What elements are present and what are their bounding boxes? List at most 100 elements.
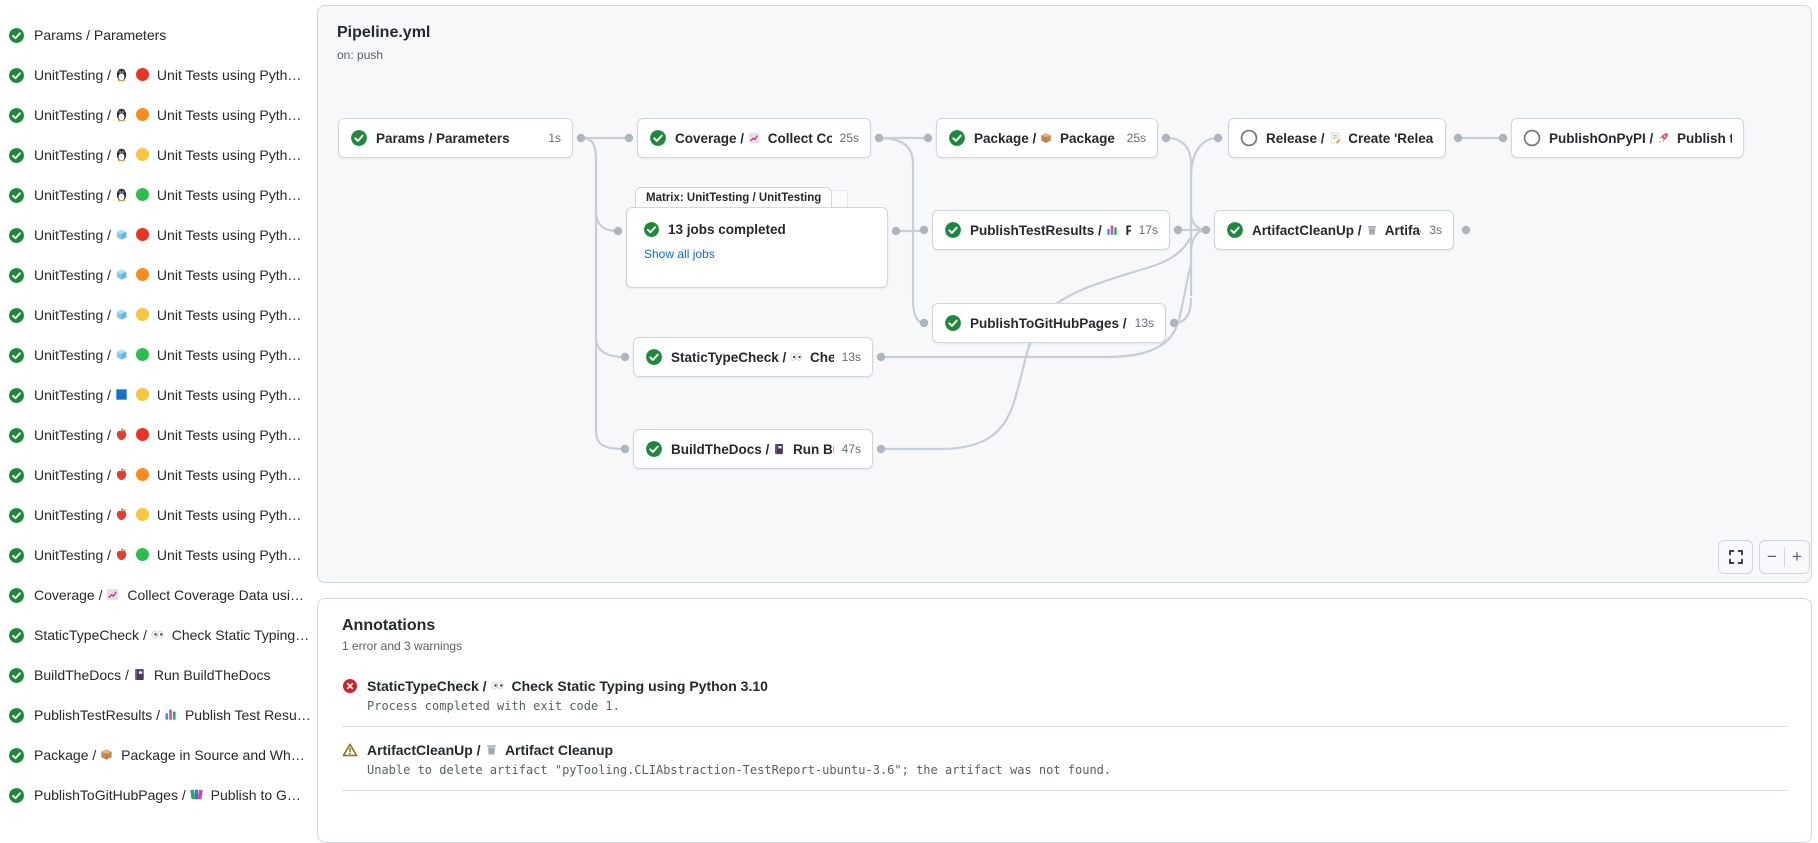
node-publish-on-pypi[interactable]: PublishOnPyPI / Publish to … <box>1511 118 1744 158</box>
sidebar-job-label: UnitTesting / Unit Tests using Pyth… <box>34 267 301 283</box>
job-name: StaticTypeCheck / <box>671 350 786 365</box>
sidebar-job-label: PublishToGitHubPages / Publish to G… <box>34 787 301 803</box>
step-name: Pu… <box>1122 223 1131 238</box>
wastebasket-icon <box>484 742 499 757</box>
apple-icon <box>114 427 129 442</box>
step-name: Unit Tests using Pyth… <box>153 267 301 283</box>
node-label: Package / Package in So… <box>974 131 1119 146</box>
success-icon <box>8 667 25 684</box>
sidebar-job-item[interactable]: BuildTheDocs / Run BuildTheDocs <box>0 655 312 695</box>
node-coverage[interactable]: Coverage / Collect Cove…25s <box>637 118 871 158</box>
job-name: ArtifactCleanUp / <box>1252 223 1362 238</box>
error-icon <box>342 678 358 694</box>
node-publish-to-ghpages[interactable]: PublishToGitHubPages / …13s <box>932 303 1166 343</box>
success-icon <box>8 267 25 284</box>
success-icon <box>8 187 25 204</box>
sidebar-job-item[interactable]: Params / Parameters <box>0 15 312 55</box>
job-name: StaticTypeCheck / <box>367 678 487 694</box>
eyes-icon <box>789 350 803 364</box>
sidebar-job-item[interactable]: UnitTesting / Unit Tests using Pyth… <box>0 95 312 135</box>
sidebar-job-item[interactable]: UnitTesting / Unit Tests using Pyth… <box>0 255 312 295</box>
node-params[interactable]: Params / Parameters1s <box>338 118 573 158</box>
penguin-icon <box>114 67 129 82</box>
success-icon <box>1226 221 1244 239</box>
step-name: Package in So… <box>1056 131 1118 146</box>
package-icon <box>1039 131 1053 145</box>
node-label: ArtifactCleanUp / Artifac… <box>1252 223 1421 238</box>
zoom-out-button[interactable]: − <box>1760 547 1785 567</box>
sidebar-job-item[interactable]: UnitTesting / Unit Tests using Pyth… <box>0 295 312 335</box>
success-icon <box>8 467 25 484</box>
node-duration: 3s <box>1429 223 1442 237</box>
node-artifact-cleanup[interactable]: ArtifactCleanUp / Artifac… 3s <box>1214 210 1454 250</box>
node-static-type-check[interactable]: StaticTypeCheck / Chec…13s <box>633 337 873 377</box>
sidebar-job-label: BuildTheDocs / Run BuildTheDocs <box>34 667 271 683</box>
sidebar-job-item[interactable]: UnitTesting / Unit Tests using Pyth… <box>0 335 312 375</box>
sidebar-job-item[interactable]: UnitTesting / Unit Tests using Pyth… <box>0 375 312 415</box>
skipped-icon <box>1523 129 1541 147</box>
job-name: UnitTesting / <box>34 107 111 123</box>
annotation-item: ArtifactCleanUp / Artifact CleanupUnable… <box>342 727 1787 791</box>
sidebar-job-item[interactable]: UnitTesting / Unit Tests using Pyth… <box>0 495 312 535</box>
notebook-icon <box>132 667 147 682</box>
annotation-job-link[interactable]: StaticTypeCheck / Check Static Typing us… <box>367 678 768 694</box>
success-icon <box>8 427 25 444</box>
job-name: PublishToGitHubPages / <box>970 316 1127 331</box>
node-duration: 13s <box>842 350 861 364</box>
sidebar-job-label: PublishTestResults / Publish Test Resu… <box>34 707 311 723</box>
sidebar-job-label: UnitTesting / Unit Tests using Pyth… <box>34 387 301 403</box>
node-publish-test-results[interactable]: PublishTestResults / Pu…17s <box>932 210 1170 250</box>
step-name: Publish to … <box>1673 131 1732 146</box>
sidebar-job-item[interactable]: UnitTesting / Unit Tests using Pyth… <box>0 175 312 215</box>
fullscreen-button[interactable] <box>1718 540 1753 574</box>
success-icon <box>8 507 25 524</box>
step-name: Artifac… <box>1382 223 1422 238</box>
job-name: UnitTesting / <box>34 467 111 483</box>
sidebar-job-item[interactable]: UnitTesting / Unit Tests using Pyth… <box>0 455 312 495</box>
sidebar-job-item[interactable]: UnitTesting / Unit Tests using Pyth… <box>0 55 312 95</box>
penguin-icon <box>114 147 129 162</box>
sidebar-job-item[interactable]: StaticTypeCheck / Check Static Typing… <box>0 615 312 655</box>
node-release[interactable]: Release / Create 'Release P… <box>1228 118 1446 158</box>
success-icon <box>649 129 667 147</box>
success-icon <box>8 707 25 724</box>
python-version-dot-icon <box>136 268 149 281</box>
annotation-job-link[interactable]: ArtifactCleanUp / Artifact Cleanup <box>367 742 613 758</box>
success-icon <box>8 547 25 564</box>
python-version-dot-icon <box>136 548 149 561</box>
blue-square-icon <box>114 387 129 402</box>
sidebar-job-label: UnitTesting / Unit Tests using Pyth… <box>34 507 301 523</box>
sidebar-job-item[interactable]: UnitTesting / Unit Tests using Pyth… <box>0 535 312 575</box>
sidebar-job-item[interactable]: Package / Package in Source and Wh… <box>0 735 312 775</box>
node-label: Release / Create 'Release P… <box>1266 131 1434 146</box>
sidebar-job-item[interactable]: UnitTesting / Unit Tests using Pyth… <box>0 415 312 455</box>
success-icon <box>8 387 25 404</box>
sidebar-job-item[interactable]: UnitTesting / Unit Tests using Pyth… <box>0 135 312 175</box>
sidebar-job-item[interactable]: UnitTesting / Unit Tests using Pyth… <box>0 215 312 255</box>
node-build-the-docs[interactable]: BuildTheDocs / Run Buil…47s <box>633 429 873 469</box>
show-all-jobs-link[interactable]: Show all jobs <box>644 247 715 261</box>
node-label: PublishOnPyPI / Publish to … <box>1549 131 1732 146</box>
success-icon <box>350 129 368 147</box>
node-duration: 25s <box>840 131 859 145</box>
sidebar-job-item[interactable]: PublishTestResults / Publish Test Resu… <box>0 695 312 735</box>
step-name: Unit Tests using Pyth… <box>153 307 301 323</box>
matrix-card[interactable]: 13 jobs completed Show all jobs <box>626 207 888 288</box>
zoom-in-button[interactable]: + <box>1785 547 1809 567</box>
sidebar-job-item[interactable]: PublishToGitHubPages / Publish to G… <box>0 775 312 815</box>
node-package[interactable]: Package / Package in So…25s <box>936 118 1158 158</box>
sidebar-job-item[interactable]: Coverage / Collect Coverage Data usi… <box>0 575 312 615</box>
job-name: UnitTesting / <box>34 227 111 243</box>
python-version-dot-icon <box>136 388 149 401</box>
python-version-dot-icon <box>136 308 149 321</box>
python-version-dot-icon <box>136 228 149 241</box>
warning-icon <box>342 742 358 758</box>
step-name: Publish Test Resu… <box>181 707 311 723</box>
python-version-dot-icon <box>136 108 149 121</box>
books-icon <box>189 787 204 802</box>
annotation-list: StaticTypeCheck / Check Static Typing us… <box>342 663 1787 791</box>
step-name: Collect Cove… <box>764 131 832 146</box>
matrix-tab[interactable]: Matrix: UnitTesting / UnitTesting <box>635 187 832 207</box>
job-name: UnitTesting / <box>34 427 111 443</box>
apple-icon <box>114 547 129 562</box>
